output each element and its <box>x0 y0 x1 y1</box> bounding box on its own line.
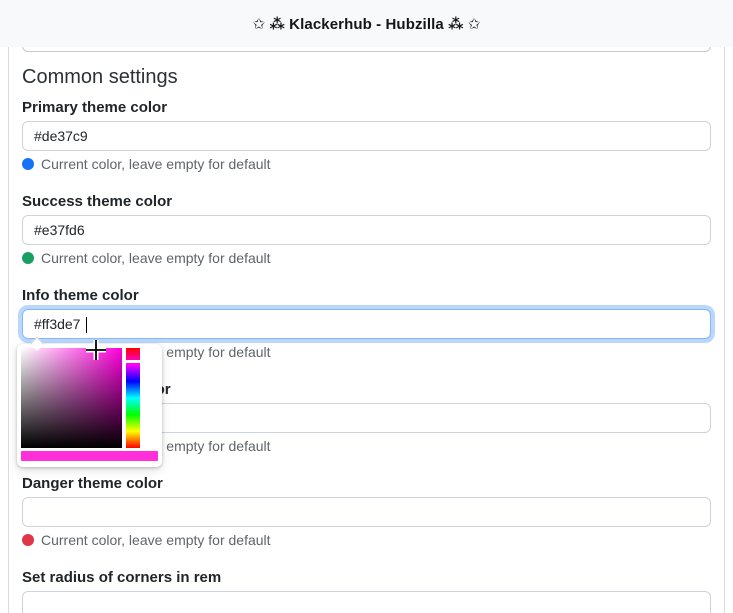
app-header: ✩ ⁂ Klackerhub - Hubzilla ⁂ ✩ <box>0 0 733 47</box>
field-group-success: Success theme color Current color, leave… <box>22 193 711 265</box>
primary-help-text: Current color, leave empty for default <box>41 156 271 172</box>
danger-help-row: Current color, leave empty for default <box>22 533 711 547</box>
danger-color-dot-icon <box>22 534 34 546</box>
corner-radius-label: Set radius of corners in rem <box>22 569 222 586</box>
hue-slider[interactable] <box>126 348 140 448</box>
danger-theme-color-input[interactable] <box>22 497 711 527</box>
danger-theme-color-label: Danger theme color <box>22 475 163 492</box>
settings-panel: Common settings Primary theme color Curr… <box>8 0 725 613</box>
text-caret <box>86 317 87 333</box>
saturation-value-square[interactable] <box>21 348 122 448</box>
success-theme-color-input[interactable] <box>22 215 711 245</box>
info-theme-color-input[interactable] <box>22 309 711 339</box>
settings-content: Common settings Primary theme color Curr… <box>22 47 711 613</box>
field-group-radius: Set radius of corners in rem <box>22 569 711 613</box>
color-picker-popup <box>17 336 162 467</box>
success-color-dot-icon <box>22 252 34 264</box>
corner-radius-input[interactable] <box>22 591 711 613</box>
selected-color-preview-bar <box>21 451 158 461</box>
field-group-danger: Danger theme color Current color, leave … <box>22 475 711 547</box>
primary-help-row: Current color, leave empty for default <box>22 157 711 171</box>
success-help-row: Current color, leave empty for default <box>22 251 711 265</box>
field-group-primary: Primary theme color Current color, leave… <box>22 99 711 171</box>
section-heading: Common settings <box>22 66 178 88</box>
picker-row <box>21 348 158 448</box>
hue-slider-marker[interactable] <box>126 360 140 363</box>
primary-color-dot-icon <box>22 158 34 170</box>
success-theme-color-label: Success theme color <box>22 193 173 210</box>
page-title: ✩ ⁂ Klackerhub - Hubzilla ⁂ ✩ <box>252 15 481 33</box>
primary-theme-color-label: Primary theme color <box>22 99 168 116</box>
primary-theme-color-input[interactable] <box>22 121 711 151</box>
danger-help-text: Current color, leave empty for default <box>41 532 271 548</box>
info-theme-color-label: Info theme color <box>22 287 139 304</box>
success-help-text: Current color, leave empty for default <box>41 250 271 266</box>
